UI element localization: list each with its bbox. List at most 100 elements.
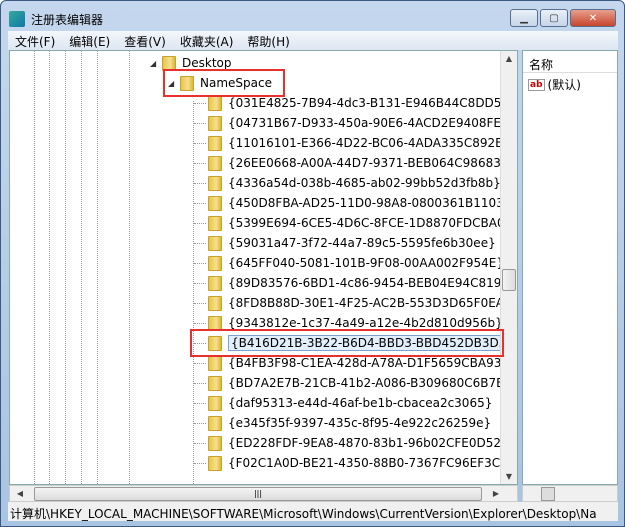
tree-node-guid[interactable]: {e345f35f-9397-435c-8f95-4e922c26259e} <box>194 413 491 433</box>
tree-node-label: {4336a54d-038b-4685-ab02-99bb52d3fb8b} <box>228 176 501 190</box>
folder-icon <box>208 355 222 371</box>
tree-node-label: {9343812e-1c37-4a49-a12e-4b2d810d956b} <box>228 316 503 330</box>
tree-connector <box>194 142 206 144</box>
tree-connector <box>194 122 206 124</box>
tree-node-label: {8FD8B88D-30E1-4F25-AC2B-553D3D65F0EA} <box>228 296 512 310</box>
tree-node-label: {031E4825-7B94-4dc3-B131-E946B44C8DD5} <box>228 96 510 110</box>
folder-icon <box>208 155 222 171</box>
tree-connector <box>194 302 206 304</box>
registry-editor-window: 注册表编辑器 ▁ ▢ ✕ 文件(F) 编辑(E) 查看(V) 收藏夹(A) 帮助… <box>0 0 625 527</box>
tree-connector <box>194 442 206 444</box>
tree-node-guid[interactable]: {daf95313-e44d-46af-be1b-cbacea2c3065} <box>194 393 492 413</box>
minimize-button[interactable]: ▁ <box>510 9 538 27</box>
tree-node-guid[interactable]: {BD7A2E7B-21CB-41b2-A086-B309680C6B7E} <box>194 373 511 393</box>
tree-connector <box>194 262 206 264</box>
folder-icon <box>208 135 222 151</box>
values-pane: 名称 ab (默认) <box>522 50 618 485</box>
tree-node-label: {645FF040-5081-101B-9F08-00AA002F954E} <box>228 256 504 270</box>
tree-connector <box>194 242 206 244</box>
tree-node-label: {26EE0668-A00A-44D7-9371-BEB064C98683} <box>228 156 509 170</box>
tree-connector <box>194 422 206 424</box>
tree-node-guid[interactable]: {26EE0668-A00A-44D7-9371-BEB064C98683} <box>194 153 508 173</box>
tree-connector <box>194 322 206 324</box>
tree-node-guid[interactable]: {8FD8B88D-30E1-4F25-AC2B-553D3D65F0EA} <box>194 293 512 313</box>
tree-node-guid[interactable]: {59031a47-3f72-44a7-89c5-5595fe6b30ee} <box>194 233 496 253</box>
title-bar: 注册表编辑器 <box>9 9 103 29</box>
tree-connector <box>194 182 206 184</box>
tree-node-label: {e345f35f-9397-435c-8f95-4e922c26259e} <box>228 416 492 430</box>
menu-favorites[interactable]: 收藏夹(A) <box>173 31 241 50</box>
tree-node-label: {daf95313-e44d-46af-be1b-cbacea2c3065} <box>228 396 493 410</box>
folder-icon <box>208 235 222 251</box>
column-header-name[interactable]: 名称 <box>523 51 617 73</box>
menu-edit[interactable]: 编辑(E) <box>62 31 117 50</box>
folder-icon <box>208 275 222 291</box>
maximize-button[interactable]: ▢ <box>540 9 568 27</box>
tree-node-guid[interactable]: {4336a54d-038b-4685-ab02-99bb52d3fb8b} <box>194 173 501 193</box>
tree-node-guid[interactable]: {645FF040-5081-101B-9F08-00AA002F954E} <box>194 253 504 273</box>
tree-connector <box>194 462 206 464</box>
folder-icon <box>208 415 222 431</box>
tree-connector <box>194 362 206 364</box>
tree-node-label: {BD7A2E7B-21CB-41b2-A086-B309680C6B7E} <box>228 376 512 390</box>
folder-icon <box>208 255 222 271</box>
menu-view[interactable]: 查看(V) <box>117 31 173 50</box>
scroll-right-arrow-icon[interactable]: ▶ <box>488 489 504 498</box>
values-horizontal-scrollbar[interactable] <box>522 485 618 502</box>
tree-vertical-scrollbar[interactable]: ▲ ▼ <box>500 51 517 484</box>
regedit-app-icon <box>9 11 25 27</box>
folder-icon <box>208 115 222 131</box>
folder-icon <box>208 435 222 451</box>
tree-node-guid[interactable]: {ED228FDF-9EA8-4870-83b1-96b02CFE0D52} <box>194 433 509 453</box>
folder-icon <box>208 375 222 391</box>
tree-connector <box>194 162 206 164</box>
selected-key-highlight-box <box>190 329 504 357</box>
namespace-highlight-box <box>163 69 285 97</box>
window-title: 注册表编辑器 <box>31 12 104 27</box>
tree-node-label: {B4FB3F98-C1EA-428d-A78A-D1F5659CBA93} <box>228 356 510 370</box>
folder-icon <box>208 215 222 231</box>
scroll-left-arrow-icon[interactable]: ◀ <box>12 489 28 498</box>
scroll-down-arrow-icon[interactable]: ▼ <box>501 472 517 481</box>
tree-node-guid[interactable]: {5399E694-6CE5-4D6C-8FCE-1D8870FDCBA0} <box>194 213 512 233</box>
tree-node-guid[interactable]: {F02C1A0D-BE21-4350-88B0-7367FC96EF3C} <box>194 453 508 473</box>
tree-connector <box>194 282 206 284</box>
close-button[interactable]: ✕ <box>570 9 616 27</box>
scroll-thumb[interactable] <box>502 269 516 291</box>
expand-arrow-icon[interactable]: ◢ <box>150 59 162 68</box>
scroll-thumb[interactable] <box>541 487 555 501</box>
folder-icon <box>208 455 222 471</box>
menu-bar: 文件(F) 编辑(E) 查看(V) 收藏夹(A) 帮助(H) <box>8 31 618 50</box>
folder-icon <box>208 295 222 311</box>
menu-help[interactable]: 帮助(H) <box>240 31 296 50</box>
folder-icon <box>208 195 222 211</box>
scroll-thumb[interactable]: ||| <box>34 487 482 501</box>
string-value-icon: ab <box>528 78 545 91</box>
tree-node-guid[interactable]: {04731B67-D933-450a-90E6-4ACD2E9408FE} <box>194 113 509 133</box>
tree-node-label: {5399E694-6CE5-4D6C-8FCE-1D8870FDCBA0} <box>228 216 513 230</box>
tree-node-label: {89D83576-6BD1-4c86-9454-BEB04E94C819} <box>228 276 510 290</box>
tree-connector <box>194 102 206 104</box>
tree-node-label: {59031a47-3f72-44a7-89c5-5595fe6b30ee} <box>228 236 496 250</box>
status-bar-path: 计算机\HKEY_LOCAL_MACHINE\SOFTWARE\Microsof… <box>8 502 618 521</box>
tree-connector <box>194 202 206 204</box>
tree-node-guid[interactable]: {450D8FBA-AD25-11D0-98A8-0800361B1103} <box>194 193 511 213</box>
tree-node-guid[interactable]: {89D83576-6BD1-4c86-9454-BEB04E94C819} <box>194 273 509 293</box>
tree-connector <box>194 222 206 224</box>
folder-icon <box>208 395 222 411</box>
folder-icon <box>208 175 222 191</box>
folder-icon <box>208 95 222 111</box>
tree-node-label: {F02C1A0D-BE21-4350-88B0-7367FC96EF3C} <box>228 456 508 470</box>
registry-tree: ◢ Desktop ◢ NameSpace {031E4825-7B94-4dc… <box>9 50 518 485</box>
menu-file[interactable]: 文件(F) <box>8 31 62 50</box>
tree-node-label: {ED228FDF-9EA8-4870-83b1-96b02CFE0D52} <box>228 436 509 450</box>
tree-node-label: {04731B67-D933-450a-90E6-4ACD2E9408FE} <box>228 116 509 130</box>
tree-node-label: {450D8FBA-AD25-11D0-98A8-0800361B1103} <box>228 196 512 210</box>
value-item-default[interactable]: ab (默认) <box>523 73 617 96</box>
scroll-up-arrow-icon[interactable]: ▲ <box>501 54 517 63</box>
tree-connector <box>194 402 206 404</box>
tree-node-guid[interactable]: {11016101-E366-4D22-BC06-4ADA335C892B} <box>194 133 511 153</box>
tree-node-label: {11016101-E366-4D22-BC06-4ADA335C892B} <box>228 136 512 150</box>
tree-horizontal-scrollbar[interactable]: ◀ ||| ▶ <box>9 485 518 502</box>
tree-connector <box>194 382 206 384</box>
